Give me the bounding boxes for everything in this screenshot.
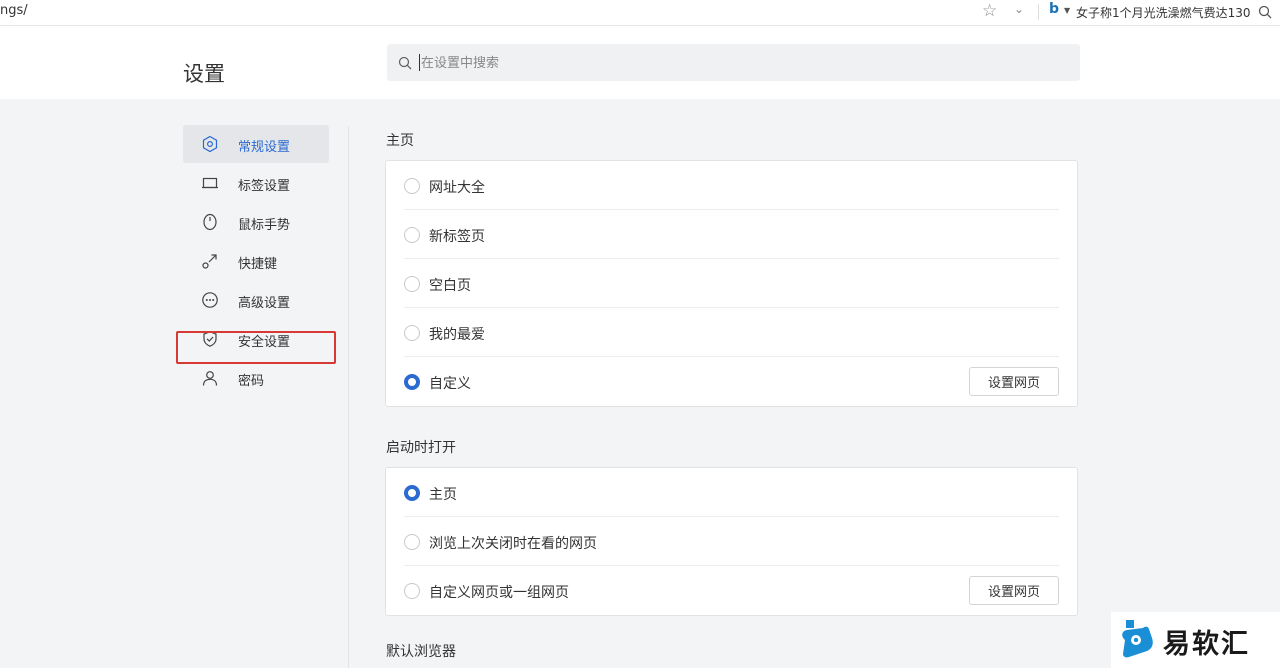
user-icon <box>201 369 219 387</box>
radio-button[interactable] <box>404 583 420 599</box>
watermark-logo-icon <box>1119 620 1157 664</box>
bing-icon[interactable]: b <box>1049 1 1059 17</box>
sidebar-item-label: 鼠标手势 <box>238 218 291 233</box>
radio-button[interactable] <box>404 534 420 550</box>
option-label: 我的最爱 <box>429 327 485 343</box>
radio-button[interactable] <box>404 227 420 243</box>
sidebar-item-label: 标签设置 <box>238 179 291 194</box>
option-label: 自定义 <box>429 376 471 392</box>
radio-button[interactable] <box>404 276 420 292</box>
address-bar: ngs/ ☆ ⌄ b ▼ 女子称1个月光洗澡燃气费达130元 <box>0 0 1280 26</box>
sidebar-item-label: 快捷键 <box>238 257 278 272</box>
radio-button[interactable] <box>404 325 420 341</box>
section-title-homepage: 主页 <box>386 133 414 149</box>
page-title: 设置 <box>183 62 225 86</box>
divider <box>1038 4 1039 20</box>
sidebar-item-tabs[interactable]: 标签设置 <box>183 164 329 202</box>
option-label: 空白页 <box>429 278 471 294</box>
shortcut-icon <box>201 252 219 270</box>
radio-option[interactable]: 新标签页 <box>404 210 1059 259</box>
sidebar-item-label: 密码 <box>238 374 265 389</box>
url-text[interactable]: ngs/ <box>0 3 28 18</box>
radio-button[interactable] <box>404 178 420 194</box>
option-label: 网址大全 <box>429 180 485 196</box>
radio-option[interactable]: 自定义 设置网页 <box>404 357 1059 406</box>
radio-option[interactable]: 自定义网页或一组网页 设置网页 <box>404 566 1059 615</box>
chevron-down-icon[interactable]: ⌄ <box>1014 2 1024 16</box>
radio-option[interactable]: 网址大全 <box>404 161 1059 210</box>
sidebar-divider <box>348 126 349 668</box>
radio-button-checked[interactable] <box>404 374 420 390</box>
radio-option[interactable]: 主页 <box>404 468 1059 517</box>
option-label: 浏览上次关闭时在看的网页 <box>429 536 597 552</box>
caret-down-icon[interactable]: ▼ <box>1064 6 1070 15</box>
homepage-card: 网址大全 新标签页 空白页 我的最爱 自定义 设置网页 <box>385 160 1078 407</box>
section-title-startup: 启动时打开 <box>386 440 456 456</box>
text-caret <box>419 54 420 71</box>
settings-hex-icon <box>201 135 219 153</box>
settings-header: 设置 <box>0 26 1280 99</box>
option-label: 新标签页 <box>429 229 485 245</box>
search-icon <box>398 55 412 74</box>
radio-option[interactable]: 浏览上次关闭时在看的网页 <box>404 517 1059 566</box>
option-label: 主页 <box>429 487 457 503</box>
radio-button-checked[interactable] <box>404 485 420 501</box>
hot-search-text[interactable]: 女子称1个月光洗澡燃气费达130元 <box>1076 4 1251 21</box>
radio-option[interactable]: 空白页 <box>404 259 1059 308</box>
sidebar-item-mouse-gestures[interactable]: 鼠标手势 <box>183 203 329 241</box>
tab-icon <box>201 174 219 192</box>
sidebar-item-passwords[interactable]: 密码 <box>183 359 329 397</box>
search-input[interactable] <box>421 53 1061 73</box>
mouse-icon <box>201 213 219 231</box>
search-icon[interactable] <box>1258 4 1272 23</box>
set-webpage-button[interactable]: 设置网页 <box>969 576 1059 605</box>
sidebar-item-label: 高级设置 <box>238 296 291 311</box>
more-circle-icon <box>201 291 219 309</box>
startup-card: 主页 浏览上次关闭时在看的网页 自定义网页或一组网页 设置网页 <box>385 467 1078 616</box>
watermark-text: 易软汇 <box>1163 629 1250 660</box>
set-webpage-button[interactable]: 设置网页 <box>969 367 1059 396</box>
sidebar-item-label: 常规设置 <box>238 140 291 155</box>
annotation-highlight-box <box>176 331 336 364</box>
sidebar-item-advanced[interactable]: 高级设置 <box>183 281 329 319</box>
section-title-default-browser: 默认浏览器 <box>386 644 456 660</box>
option-label: 自定义网页或一组网页 <box>429 585 569 601</box>
watermark: 易软汇 <box>1111 612 1280 668</box>
star-icon[interactable]: ☆ <box>982 1 997 21</box>
sidebar-item-shortcuts[interactable]: 快捷键 <box>183 242 329 280</box>
settings-search[interactable] <box>387 44 1080 81</box>
radio-option[interactable]: 我的最爱 <box>404 308 1059 357</box>
sidebar-item-general[interactable]: 常规设置 <box>183 125 329 163</box>
